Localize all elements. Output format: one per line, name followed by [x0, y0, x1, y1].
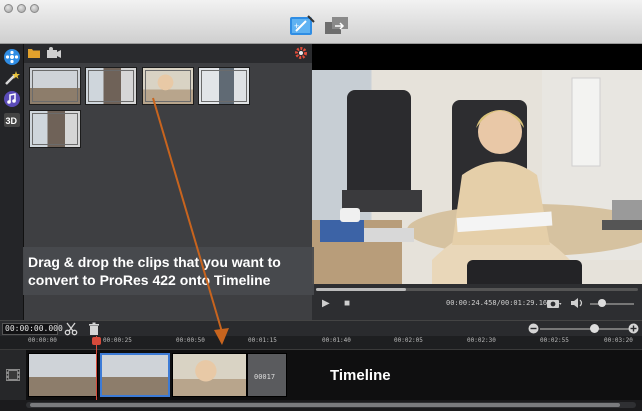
minimize-window-button[interactable] [17, 4, 26, 13]
preview-scrubber[interactable] [316, 288, 638, 291]
preview-timecode: 00:00:24.458/00:01:29.167 [446, 299, 552, 307]
effects-tool-button[interactable] [3, 69, 21, 87]
3d-icon: 3D [4, 113, 20, 127]
magic-wand-icon [5, 71, 20, 85]
ruler-tick-label: 00:00:00 [28, 337, 57, 344]
window-titlebar: + [0, 0, 642, 44]
svg-text:+: + [294, 21, 299, 31]
zoom-window-button[interactable] [30, 4, 39, 13]
media-clip-thumbnail[interactable] [198, 67, 250, 105]
audio-tool-button[interactable] [3, 90, 21, 108]
convert-mode-button[interactable] [323, 14, 351, 38]
timeline-zoom-knob[interactable] [590, 324, 599, 333]
preview-scrubber-progress [316, 288, 407, 291]
edit-mode-icon: + [290, 15, 315, 35]
ruler-tick-label: 00:01:15 [248, 337, 277, 344]
ruler-tick-label: 00:00:25 [103, 337, 132, 344]
gear-icon[interactable] [294, 46, 308, 60]
instruction-callout-text: Drag & drop the clips that you want to c… [28, 254, 281, 288]
timeline-clip[interactable] [28, 353, 98, 397]
stop-icon[interactable]: ■ [344, 298, 350, 310]
video-track-header [0, 350, 26, 400]
tool-strip: 3D [0, 44, 24, 320]
film-strip-icon [6, 369, 20, 381]
timeline-annotation-label: Timeline [330, 367, 391, 384]
media-clip-thumbnail[interactable] [85, 67, 137, 105]
import-media-icon[interactable] [46, 46, 62, 60]
convert-mode-icon [325, 17, 348, 34]
ruler-tick-label: 00:02:55 [540, 337, 569, 344]
ruler-tick-label: 00:02:05 [394, 337, 423, 344]
timeline-playhead[interactable] [96, 336, 97, 400]
timeline-clip-selected[interactable] [100, 353, 170, 397]
media-clip-thumbnail[interactable] [142, 67, 194, 105]
media-clip-thumbnail[interactable] [29, 67, 81, 105]
volume-slider-knob[interactable] [598, 299, 606, 307]
preview-video [312, 70, 642, 298]
svg-text:3D: 3D [6, 116, 18, 126]
snapshot-camera-icon[interactable] [546, 297, 562, 309]
play-icon[interactable]: ▶ [322, 298, 330, 310]
preview-controls: ▶ ■ 00:00:24.458/00:01:29.167 [312, 284, 642, 320]
ruler-tick-label: 00:01:40 [322, 337, 351, 344]
ruler-tick-label: 00:00:50 [176, 337, 205, 344]
zoom-in-icon[interactable] [628, 323, 639, 334]
media-tool-button[interactable] [3, 48, 21, 66]
edit-mode-button[interactable]: + [289, 14, 317, 38]
3d-tool-button[interactable]: 3D [3, 111, 21, 129]
ruler-tick-label: 00:03:20 [604, 337, 633, 344]
media-browser-toolbar [24, 44, 312, 63]
ruler-tick-label: 00:02:30 [467, 337, 496, 344]
timeline-clip[interactable] [172, 353, 247, 397]
timeline-scrollbar-thumb[interactable] [30, 403, 620, 407]
scissors-icon[interactable] [64, 322, 78, 336]
music-note-icon [4, 91, 20, 107]
timeline-timecode: 00:00:00.000 [2, 323, 63, 335]
trash-icon[interactable] [88, 322, 100, 336]
instruction-callout: Drag & drop the clips that you want to c… [23, 247, 314, 295]
volume-icon[interactable] [570, 297, 584, 309]
timeline-clip-id: 00017 [254, 373, 276, 381]
zoom-out-icon[interactable] [528, 323, 539, 334]
film-reel-icon [4, 49, 20, 65]
timeline-playhead-handle[interactable] [92, 337, 101, 345]
close-window-button[interactable] [4, 4, 13, 13]
volume-slider[interactable] [590, 303, 634, 305]
media-clip-thumbnail[interactable] [29, 110, 81, 148]
timeline-toolbar: 00:00:00.000 [0, 320, 642, 336]
timeline-zoom-slider[interactable] [540, 328, 632, 330]
folder-icon[interactable] [27, 46, 41, 60]
preview-pane: ne [312, 44, 642, 327]
preview-frame-image [312, 70, 642, 298]
